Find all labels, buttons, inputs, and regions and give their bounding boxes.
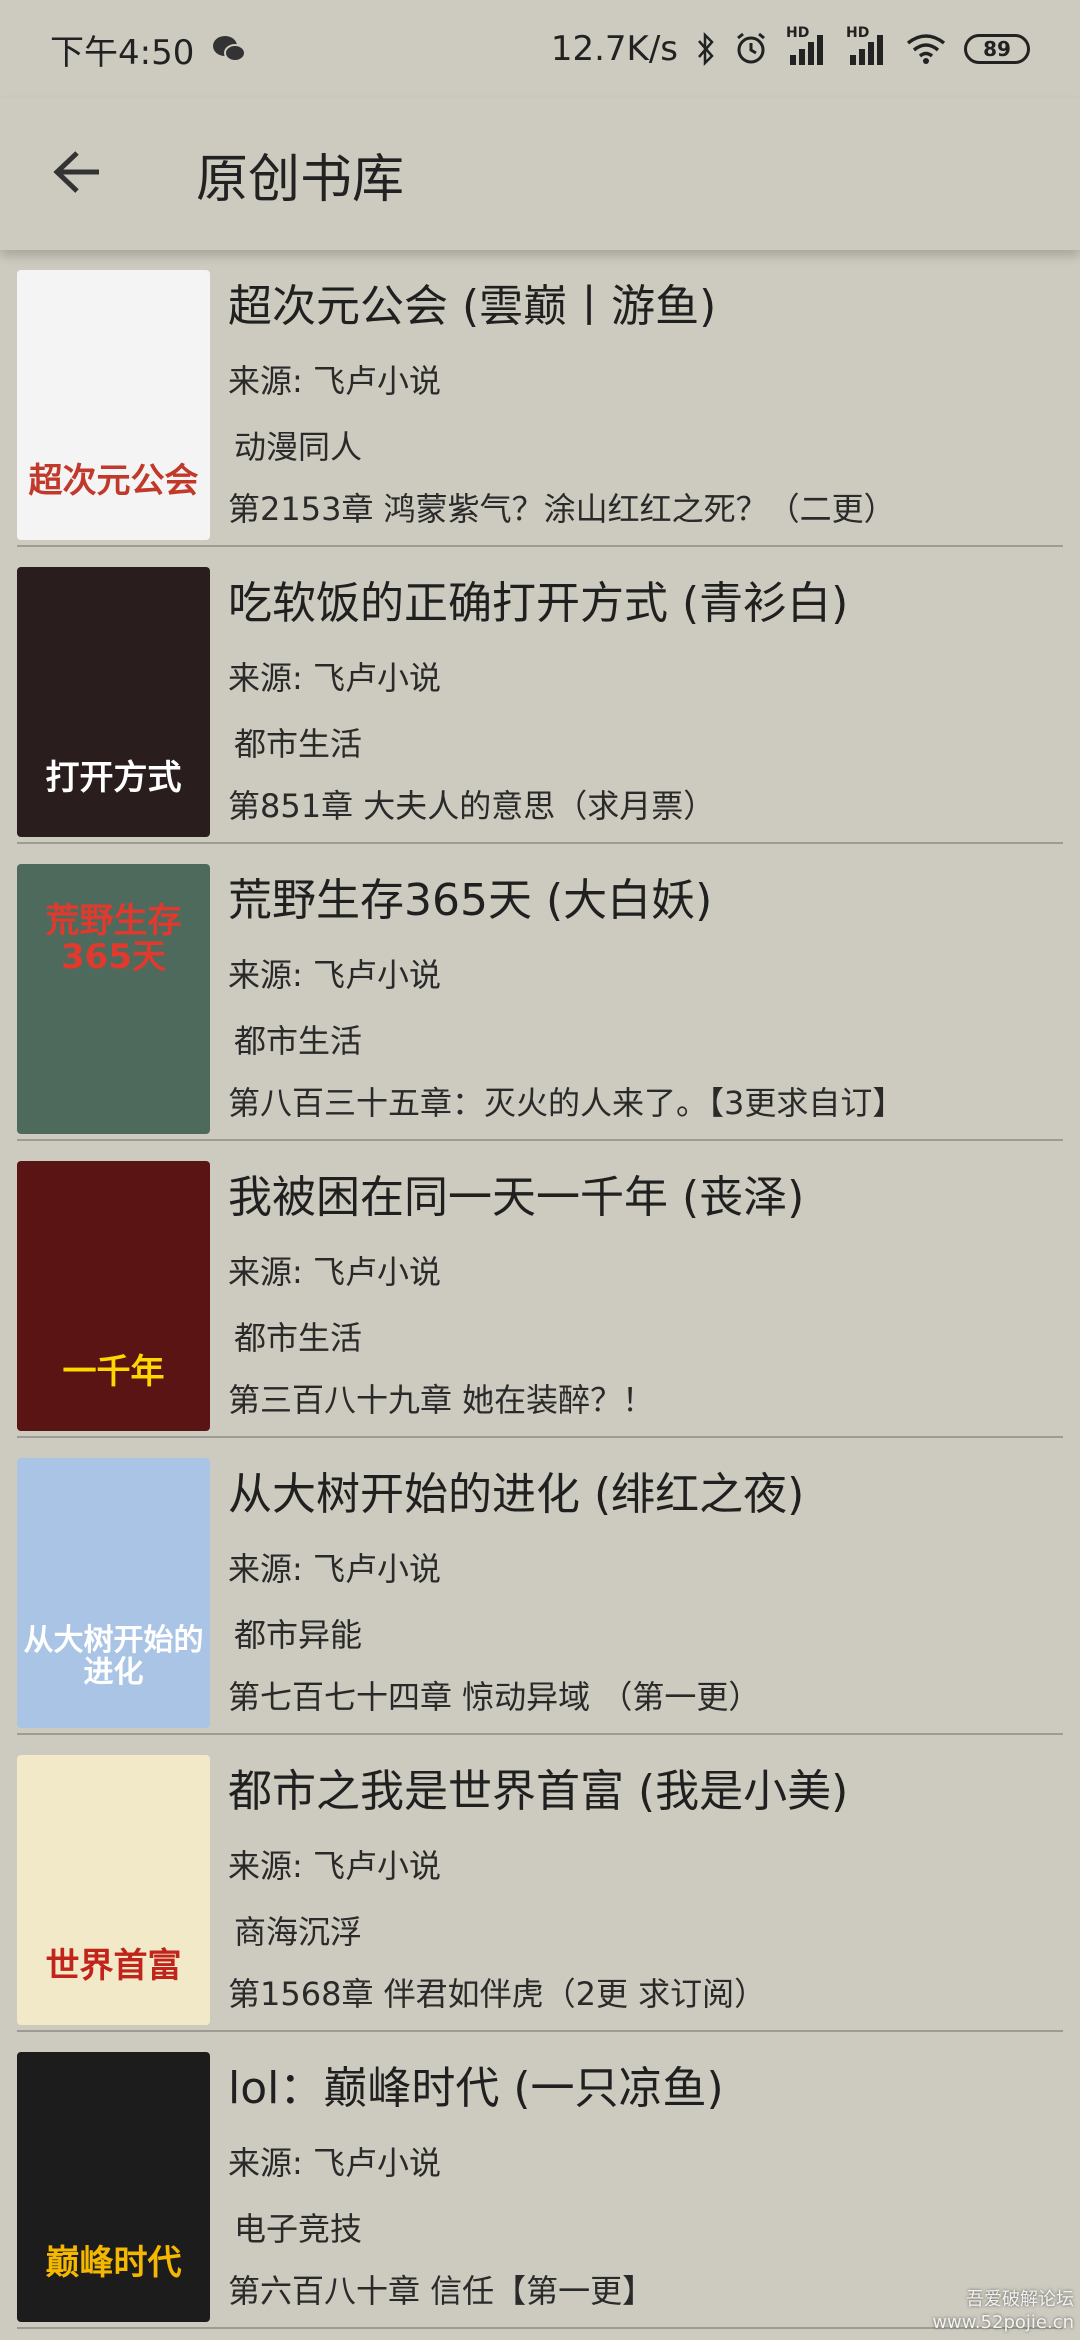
wifi-icon (906, 33, 946, 65)
book-list-item[interactable]: 从大树开始的进化 从大树开始的进化 (绯红之夜) 来源: 飞卢小说 都市异能 第… (0, 1438, 1080, 1735)
book-source: 来源: 飞卢小说 (228, 956, 441, 994)
app-bar: 原创书库 (0, 98, 1080, 250)
book-genre: 都市生活 (234, 1022, 363, 1060)
book-cover-title: 荒野生存365天 (45, 901, 182, 977)
book-cover: 世界首富 (17, 1755, 210, 2025)
book-list-item[interactable]: 荒野生存365天 荒野生存365天 (大白妖) 来源: 飞卢小说 都市生活 第八… (0, 844, 1080, 1141)
book-title: 荒野生存365天 (大白妖) (228, 875, 713, 926)
cellular-signal-1-icon: HD (786, 25, 828, 65)
book-cover: 荒野生存365天 (17, 864, 210, 1134)
book-genre: 电子竞技 (234, 2210, 363, 2248)
book-cover: 巅峰时代 (17, 2052, 210, 2322)
book-cover-title: 从大树开始的进化 (23, 1623, 204, 1690)
arrow-left-icon (53, 150, 103, 198)
book-title: 从大树开始的进化 (绯红之夜) (228, 1469, 805, 1520)
book-cover-title: 世界首富 (45, 1946, 182, 1987)
book-list-item[interactable]: 世界首富 都市之我是世界首富 (我是小美) 来源: 飞卢小说 商海沉浮 第156… (0, 1735, 1080, 2032)
cellular-signal-2-icon: HD (846, 25, 888, 65)
book-latest-chapter: 第851章 大夫人的意思（求月票） (228, 787, 716, 825)
watermark: 吾爱破解论坛 www.52pojie.cn (932, 2289, 1074, 2334)
battery-indicator: 89 (964, 34, 1030, 64)
book-latest-chapter: 第1568章 伴君如伴虎（2更 求订阅） (228, 1975, 767, 2013)
status-left: 下午4:50 (50, 25, 247, 74)
book-latest-chapter: 第2153章 鸿蒙紫气？涂山红红之死？（二更） (228, 490, 896, 528)
back-button[interactable] (38, 134, 118, 214)
book-cover-title: 超次元公会 (28, 461, 199, 502)
book-list-item[interactable]: 打开方式 吃软饭的正确打开方式 (青衫白) 来源: 飞卢小说 都市生活 第851… (0, 547, 1080, 844)
book-title: 吃软饭的正确打开方式 (青衫白) (228, 578, 849, 629)
book-source: 来源: 飞卢小说 (228, 1847, 441, 1885)
book-source: 来源: 飞卢小说 (228, 659, 441, 697)
book-cover-title: 巅峰时代 (45, 2243, 182, 2284)
book-cover: 从大树开始的进化 (17, 1458, 210, 1728)
watermark-line-2: www.52pojie.cn (932, 2311, 1074, 2333)
book-latest-chapter: 第三百八十九章 她在装醉？！ (228, 1381, 655, 1419)
book-title: 我被困在同一天一千年 (丧泽) (228, 1172, 805, 1223)
book-genre: 都市异能 (234, 1616, 363, 1654)
book-genre: 动漫同人 (234, 428, 363, 466)
alarm-icon (734, 32, 768, 66)
wechat-icon (212, 34, 247, 64)
book-list-item[interactable]: 超次元公会 超次元公会 (雲巅丨游鱼) 来源: 飞卢小说 动漫同人 第2153章… (0, 250, 1080, 547)
status-bar: 下午4:50 12.7K/s HD HD 89 (0, 0, 1080, 98)
book-genre: 商海沉浮 (234, 1913, 363, 1951)
book-genre: 都市生活 (234, 1319, 363, 1357)
book-cover: 一千年 (17, 1161, 210, 1431)
book-source: 来源: 飞卢小说 (228, 1253, 441, 1291)
book-source: 来源: 飞卢小说 (228, 1550, 441, 1588)
status-right: 12.7K/s HD HD 89 (550, 25, 1030, 69)
book-list-item[interactable]: 巅峰时代 lol：巅峰时代 (一只凉鱼) 来源: 飞卢小说 电子竞技 第六百八十… (0, 2032, 1080, 2329)
book-cover: 超次元公会 (17, 270, 210, 540)
book-cover-title: 打开方式 (45, 758, 182, 799)
network-speed: 12.7K/s (550, 29, 678, 69)
book-list-item[interactable]: 一千年 我被困在同一天一千年 (丧泽) 来源: 飞卢小说 都市生活 第三百八十九… (0, 1141, 1080, 1438)
book-latest-chapter: 第七百七十四章 惊动异域 （第一更） (228, 1678, 761, 1716)
book-latest-chapter: 第八百三十五章：灭火的人来了。【3更求自订】 (228, 1084, 905, 1122)
book-cover: 打开方式 (17, 567, 210, 837)
status-time: 下午4:50 (50, 32, 195, 73)
book-source: 来源: 飞卢小说 (228, 2144, 441, 2182)
divider (17, 2327, 1063, 2329)
book-cover-title: 一千年 (62, 1352, 165, 1393)
page-title: 原创书库 (196, 149, 405, 210)
book-title: 超次元公会 (雲巅丨游鱼) (228, 281, 717, 332)
book-title: 都市之我是世界首富 (我是小美) (228, 1766, 849, 1817)
watermark-line-1: 吾爱破解论坛 (966, 2289, 1074, 2310)
book-title: lol：巅峰时代 (一只凉鱼) (228, 2063, 724, 2114)
signal-2-label: HD (846, 25, 870, 41)
book-list[interactable]: 超次元公会 超次元公会 (雲巅丨游鱼) 来源: 飞卢小说 动漫同人 第2153章… (0, 250, 1080, 2340)
bluetooth-icon (696, 32, 716, 66)
battery-level: 89 (983, 37, 1011, 61)
signal-1-label: HD (786, 25, 810, 41)
book-genre: 都市生活 (234, 725, 363, 763)
book-source: 来源: 飞卢小说 (228, 362, 441, 400)
book-latest-chapter: 第六百八十章 信任【第一更】 (228, 2272, 655, 2310)
